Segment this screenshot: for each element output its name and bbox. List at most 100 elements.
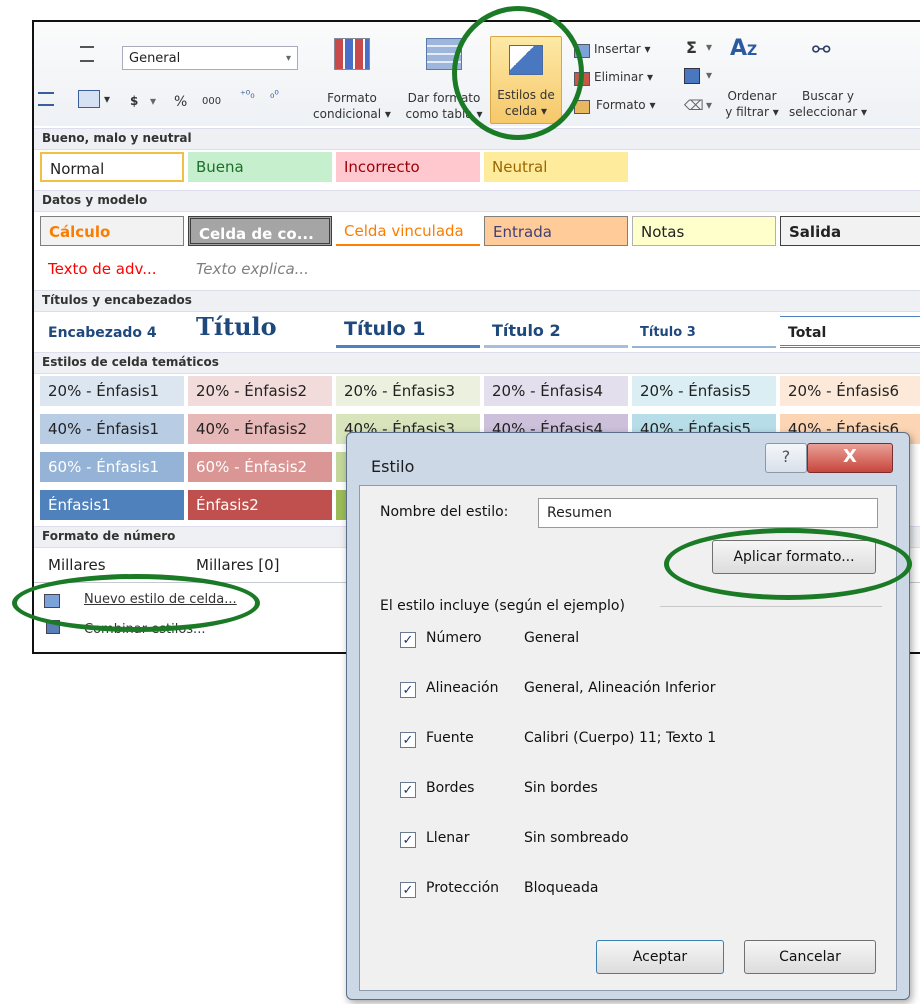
fuente-label: Fuente <box>426 730 474 746</box>
currency-dropdown[interactable]: ▾ <box>150 94 156 108</box>
percent-button[interactable]: % <box>174 94 187 110</box>
merge-dropdown-arrow[interactable]: ▾ <box>104 92 110 106</box>
highlight-circle-aplicar <box>664 528 912 600</box>
proteccion-label: Protección <box>426 880 500 896</box>
style-neutral[interactable]: Neutral <box>484 152 628 182</box>
style-40-enfasis2[interactable]: 40% - Énfasis2 <box>188 414 332 444</box>
style-40-enfasis1[interactable]: 40% - Énfasis1 <box>40 414 184 444</box>
style-calculo[interactable]: Cálculo <box>40 216 184 246</box>
style-encabezado-4[interactable]: Encabezado 4 <box>40 314 184 348</box>
buscar-label1: Buscar y <box>802 89 854 103</box>
numero-checkbox[interactable]: ✓ <box>400 632 416 648</box>
close-button[interactable]: X <box>807 443 893 473</box>
alineacion-label: Alineación <box>426 680 499 696</box>
bordes-value: Sin bordes <box>524 780 598 796</box>
style-titulo-3[interactable]: Título 3 <box>632 316 776 348</box>
style-20-enfasis6[interactable]: 20% - Énfasis6 <box>780 376 920 406</box>
style-enfasis1[interactable]: Énfasis1 <box>40 490 184 520</box>
formato-condicional-button[interactable]: Formato condicional ▾ <box>310 90 394 122</box>
autosum-dropdown[interactable]: ▾ <box>706 40 712 54</box>
binoculars-icon: ⚯ <box>812 38 831 63</box>
section-datos: Datos y modelo <box>42 193 148 207</box>
style-normal[interactable]: Normal <box>40 152 184 182</box>
insertar-button[interactable]: Insertar ▾ <box>594 42 651 56</box>
style-titulo-1[interactable]: Título 1 <box>336 312 480 348</box>
decrease-decimal-icon[interactable]: ₀⁰ <box>270 88 279 101</box>
increase-decimal-icon[interactable]: ⁺⁰₀ <box>240 88 255 101</box>
style-entrada[interactable]: Entrada <box>484 216 628 246</box>
eliminar-button[interactable]: Eliminar ▾ <box>594 70 653 84</box>
style-celda-vinculada[interactable]: Celda vinculada <box>336 216 480 246</box>
formato-button[interactable]: Formato ▾ <box>596 98 655 112</box>
thousands-button[interactable]: 000 <box>202 96 221 107</box>
alineacion-checkbox[interactable]: ✓ <box>400 682 416 698</box>
style-salida[interactable]: Salida <box>780 216 920 246</box>
clear-icon[interactable]: ⌫ <box>684 98 704 114</box>
llenar-value: Sin sombreado <box>524 830 629 846</box>
section-bar <box>34 190 920 212</box>
merge-cells-icon[interactable] <box>78 90 100 108</box>
number-format-select[interactable]: General ▾ <box>122 46 298 70</box>
ordenar-text: y filtrar <box>725 105 769 119</box>
proteccion-value: Bloqueada <box>524 880 599 896</box>
dialog-title: Estilo <box>371 457 415 476</box>
buscar-button[interactable]: Buscar y seleccionar ▾ <box>786 88 870 120</box>
style-titulo-2[interactable]: Título 2 <box>484 314 628 348</box>
bordes-label: Bordes <box>426 780 475 796</box>
style-incorrecto[interactable]: Incorrecto <box>336 152 480 182</box>
currency-button[interactable]: $ <box>130 94 138 108</box>
aceptar-button[interactable]: Aceptar <box>596 940 724 974</box>
conditional-format-icon[interactable] <box>334 38 370 70</box>
fill-icon[interactable] <box>684 68 700 84</box>
numero-label: Número <box>426 630 482 646</box>
section-numero: Formato de número <box>42 529 176 543</box>
style-millares-0[interactable]: Millares [0] <box>188 550 332 580</box>
fuente-value: Calibri (Cuerpo) 11; Texto 1 <box>524 730 717 746</box>
style-notas[interactable]: Notas <box>632 216 776 246</box>
section-tematicos: Estilos de celda temáticos <box>42 355 219 369</box>
indent-icon[interactable] <box>80 46 94 62</box>
fill-dropdown[interactable]: ▾ <box>706 68 712 82</box>
group-separator <box>660 606 882 607</box>
style-total[interactable]: Total <box>780 316 920 348</box>
style-texto-advertencia[interactable]: Texto de adv... <box>40 254 184 284</box>
sort-filter-icon: AZ <box>730 36 758 61</box>
formato-condicional-text: condicional <box>313 107 382 121</box>
clear-dropdown[interactable]: ▾ <box>706 98 712 112</box>
incluye-label: El estilo incluye (según el ejemplo) <box>380 598 625 614</box>
style-20-enfasis3[interactable]: 20% - Énfasis3 <box>336 376 480 406</box>
style-60-enfasis1[interactable]: 60% - Énfasis1 <box>40 452 184 482</box>
buscar-text: seleccionar <box>789 105 858 119</box>
numero-value: General <box>524 630 580 646</box>
decrease-indent-icon[interactable] <box>38 92 54 106</box>
style-buena[interactable]: Buena <box>188 152 332 182</box>
nombre-estilo-input[interactable]: Resumen <box>538 498 878 528</box>
style-60-enfasis2[interactable]: 60% - Énfasis2 <box>188 452 332 482</box>
help-button[interactable]: ? <box>765 443 807 473</box>
style-enfasis2[interactable]: Énfasis2 <box>188 490 332 520</box>
style-20-enfasis2[interactable]: 20% - Énfasis2 <box>188 376 332 406</box>
style-texto-explicativo[interactable]: Texto explica... <box>188 254 332 284</box>
ordenar-label2: y filtrar ▾ <box>725 105 779 119</box>
style-celda-control[interactable]: Celda de co... <box>188 216 332 246</box>
style-20-enfasis4[interactable]: 20% - Énfasis4 <box>484 376 628 406</box>
formato-condicional-label1: Formato <box>327 91 377 105</box>
style-20-enfasis5[interactable]: 20% - Énfasis5 <box>632 376 776 406</box>
section-bueno: Bueno, malo y neutral <box>42 131 192 145</box>
autosum-icon[interactable]: Σ <box>686 38 697 57</box>
style-20-enfasis1[interactable]: 20% - Énfasis1 <box>40 376 184 406</box>
formato-label: Formato <box>596 98 646 112</box>
highlight-circle-nuevo-estilo <box>12 574 260 632</box>
chevron-down-icon: ▾ <box>285 53 291 64</box>
bordes-checkbox[interactable]: ✓ <box>400 782 416 798</box>
llenar-checkbox[interactable]: ✓ <box>400 832 416 848</box>
fuente-checkbox[interactable]: ✓ <box>400 732 416 748</box>
style-titulo[interactable]: Título <box>188 308 332 348</box>
ordenar-button[interactable]: Ordenar y filtrar ▾ <box>714 88 790 120</box>
section-titulos: Títulos y encabezados <box>42 293 192 307</box>
buscar-label2: seleccionar ▾ <box>789 105 867 119</box>
cancelar-button[interactable]: Cancelar <box>744 940 876 974</box>
alineacion-value: General, Alineación Inferior <box>524 680 716 696</box>
proteccion-checkbox[interactable]: ✓ <box>400 882 416 898</box>
formato-condicional-label2: condicional ▾ <box>313 107 391 121</box>
